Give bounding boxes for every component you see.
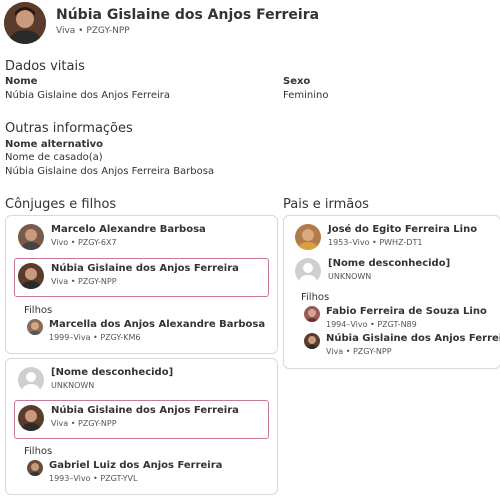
- mother-name: [Nome desconhecido]: [328, 258, 451, 269]
- alt-name-type: Nome de casado(a): [5, 152, 103, 163]
- alt-name-label: Nome alternativo: [5, 139, 104, 150]
- child-avatar: [27, 460, 43, 476]
- child-avatar: [27, 319, 43, 335]
- name-value: Núbia Gislaine dos Anjos Ferreira: [5, 90, 171, 101]
- self-name: Núbia Gislaine dos Anjos Ferreira: [51, 263, 239, 274]
- father-person[interactable]: José do Egito Ferreira Lino 1953–Vivo • …: [295, 224, 477, 250]
- name-label: Nome: [5, 76, 38, 87]
- sibling-person[interactable]: Fabio Ferreira de Souza Lino 1994–Vivo •…: [304, 306, 487, 329]
- spouse-meta: UNKNOWN: [51, 381, 95, 390]
- child-name: Gabriel Luiz dos Anjos Ferreira: [49, 460, 223, 471]
- sibling-person[interactable]: Núbia Gislaine dos Anjos Ferreira Viva •…: [304, 333, 500, 356]
- self-meta: Viva • PZGY-NPP: [51, 277, 117, 286]
- family-card: [Nome desconhecido] UNKNOWN Núbia Gislai…: [5, 358, 278, 495]
- children-label: Filhos: [301, 292, 330, 303]
- other-heading: Outras informações: [5, 121, 133, 136]
- parents-card: José do Egito Ferreira Lino 1953–Vivo • …: [283, 215, 500, 369]
- sibling-meta: 1994–Vivo • PZGT-N89: [326, 320, 417, 329]
- children-label: Filhos: [24, 305, 53, 316]
- sex-label: Sexo: [283, 76, 311, 87]
- spouse-name: [Nome desconhecido]: [51, 367, 174, 378]
- spouse-avatar: [18, 224, 44, 250]
- children-label: Filhos: [24, 446, 53, 457]
- self-person[interactable]: Núbia Gislaine dos Anjos Ferreira Viva •…: [18, 263, 239, 289]
- self-avatar: [18, 263, 44, 289]
- sex-value: Feminino: [283, 90, 329, 101]
- spouse-meta: Vivo • PZGY-6X7: [51, 238, 117, 247]
- profile-avatar[interactable]: [4, 2, 46, 44]
- child-name: Marcella dos Anjos Alexandre Barbosa: [49, 319, 266, 330]
- spouse-name: Marcelo Alexandre Barbosa: [51, 224, 206, 235]
- sibling-name: Núbia Gislaine dos Anjos Ferreira: [326, 333, 500, 344]
- father-name: José do Egito Ferreira Lino: [328, 224, 478, 235]
- father-meta: 1953–Vivo • PWHZ-DT1: [328, 238, 423, 247]
- child-meta: 1999–Viva • PZGY-KM6: [49, 333, 141, 342]
- father-avatar: [295, 224, 321, 250]
- sibling-avatar: [304, 306, 320, 322]
- self-name: Núbia Gislaine dos Anjos Ferreira: [51, 405, 239, 416]
- child-person[interactable]: Gabriel Luiz dos Anjos Ferreira 1993–Viv…: [27, 460, 222, 483]
- spouse-person[interactable]: Marcelo Alexandre Barbosa Vivo • PZGY-6X…: [18, 224, 206, 250]
- family-card: Marcelo Alexandre Barbosa Vivo • PZGY-6X…: [5, 215, 278, 354]
- mother-meta: UNKNOWN: [328, 272, 372, 281]
- person-meta: Viva • PZGY-NPP: [56, 26, 130, 36]
- spouses-heading: Cônjuges e filhos: [5, 197, 117, 212]
- child-person[interactable]: Marcella dos Anjos Alexandre Barbosa 199…: [27, 319, 265, 342]
- unknown-person-icon: [18, 367, 44, 393]
- self-meta: Viva • PZGY-NPP: [51, 419, 117, 428]
- alt-name-value: Núbia Gislaine dos Anjos Ferreira Barbos…: [5, 166, 215, 177]
- spouse-person[interactable]: [Nome desconhecido] UNKNOWN: [18, 367, 173, 393]
- self-person[interactable]: Núbia Gislaine dos Anjos Ferreira Viva •…: [18, 405, 239, 431]
- sibling-name: Fabio Ferreira de Souza Lino: [326, 306, 487, 317]
- sibling-avatar: [304, 333, 320, 349]
- mother-person[interactable]: [Nome desconhecido] UNKNOWN: [295, 258, 450, 284]
- vital-heading: Dados vitais: [5, 59, 85, 74]
- child-meta: 1993–Vivo • PZGT-YVL: [49, 474, 138, 483]
- person-name: Núbia Gislaine dos Anjos Ferreira: [56, 7, 320, 23]
- self-avatar: [18, 405, 44, 431]
- parents-heading: Pais e irmãos: [283, 197, 369, 212]
- unknown-person-icon: [295, 258, 321, 284]
- sibling-meta: Viva • PZGY-NPP: [326, 347, 392, 356]
